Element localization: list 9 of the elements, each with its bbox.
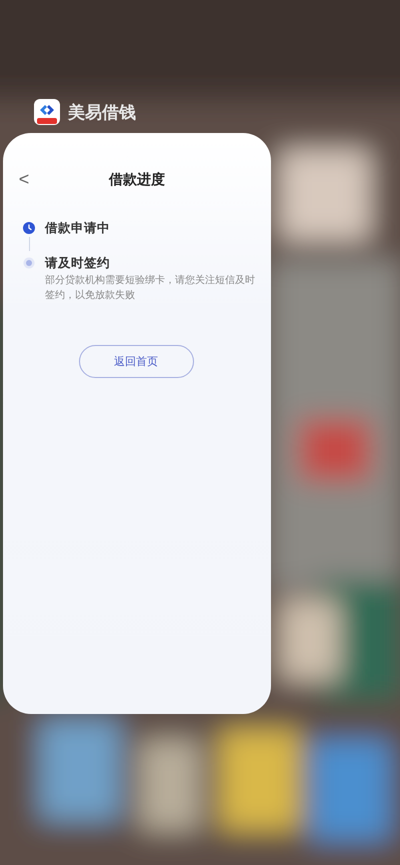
app-icon[interactable] <box>34 99 60 125</box>
step-title: 借款申请中 <box>45 219 111 237</box>
page-title: 借款进度 <box>109 171 165 189</box>
app-name: 美易借钱 <box>68 102 136 124</box>
back-button[interactable]: < <box>15 170 33 188</box>
home-button[interactable]: 返回首页 <box>78 345 194 378</box>
step-title: 请及时签约 <box>45 254 111 272</box>
step-description: 部分贷款机构需要短验绑卡，请您关注短信及时签约，以免放款失败 <box>45 274 256 303</box>
app-card[interactable]: < 借款进度 借款申请中 请及时签约 部分贷款机构需要短验绑卡，请您关注短信及时签约，以免放款失败 返回首页 <box>3 133 271 714</box>
